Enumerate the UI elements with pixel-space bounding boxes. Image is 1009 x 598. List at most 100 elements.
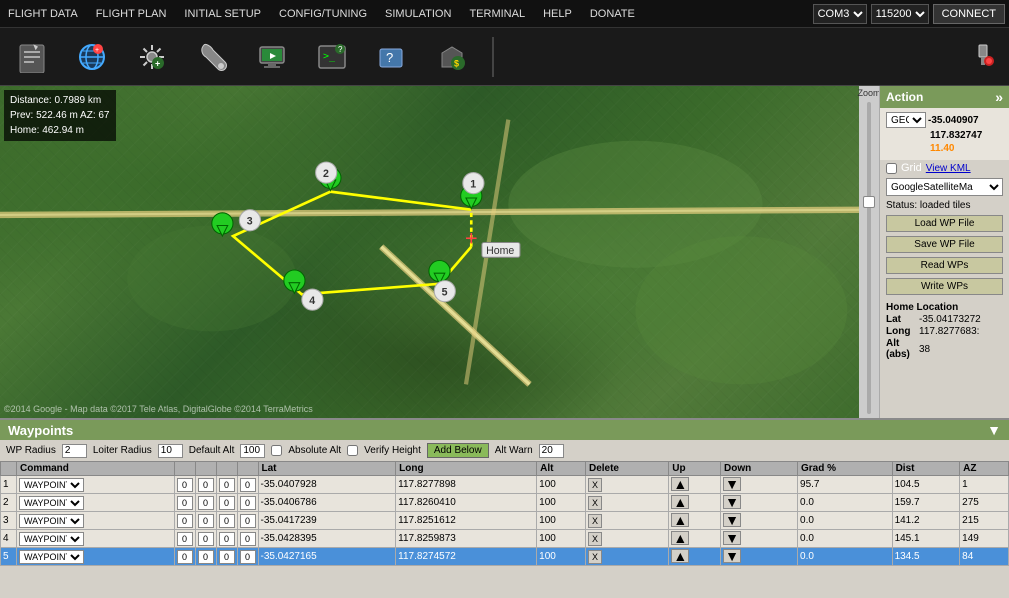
wp-p1-input[interactable] [177,550,193,564]
coord-type-select[interactable]: GEO [886,112,926,128]
wp-down-cell[interactable]: ▼ [721,512,798,530]
add-below-button[interactable]: Add Below [427,443,489,458]
wp-down-button[interactable]: ▼ [723,477,741,491]
zoom-thumb[interactable] [863,196,875,208]
menu-config-tuning[interactable]: CONFIG/TUNING [275,6,371,22]
wp-up-cell[interactable]: ▲ [669,548,721,566]
menu-flight-plan[interactable]: FLIGHT PLAN [92,6,171,22]
wp-p4[interactable] [237,512,258,530]
menu-initial-setup[interactable]: INITIAL SETUP [180,6,265,22]
wp-p2[interactable] [195,476,216,494]
wp-up-cell[interactable]: ▲ [669,494,721,512]
wp-command-select[interactable]: WAYPOINT [19,496,84,510]
wp-p1[interactable] [174,494,195,512]
wp-down-cell[interactable]: ▼ [721,530,798,548]
wp-up-button[interactable]: ▲ [671,531,689,545]
wp-p3-input[interactable] [219,514,235,528]
map-container[interactable]: Distance: 0.7989 km Prev: 522.46 m AZ: 6… [0,86,879,418]
wp-p2-input[interactable] [198,550,214,564]
default-alt-input[interactable] [240,444,265,458]
wp-delete-cell[interactable]: X [585,476,668,494]
wp-up-button[interactable]: ▲ [671,477,689,491]
wp-p1-input[interactable] [177,532,193,546]
wp-delete-button[interactable]: X [588,496,602,510]
wp-p3-input[interactable] [219,532,235,546]
wp-p4[interactable] [237,530,258,548]
wp-down-cell[interactable]: ▼ [721,476,798,494]
wp-p3-input[interactable] [219,550,235,564]
verify-height-checkbox[interactable] [347,445,358,456]
menu-donate[interactable]: DONATE [586,6,639,22]
wp-p3[interactable] [216,494,237,512]
wp-delete-cell[interactable]: X [585,548,668,566]
wp-command-select[interactable]: WAYPOINT [19,478,84,492]
wp-delete-cell[interactable]: X [585,530,668,548]
wp-p1[interactable] [174,530,195,548]
wp-command-cell[interactable]: WAYPOINT [17,494,175,512]
wp-p4-input[interactable] [240,532,256,546]
com-port-select[interactable]: COM3 [813,4,867,24]
wp-down-cell[interactable]: ▼ [721,494,798,512]
wp-p2-input[interactable] [198,478,214,492]
wp-down-button[interactable]: ▼ [723,531,741,545]
wp-p4-input[interactable] [240,514,256,528]
read-wps-button[interactable]: Read WPs [886,257,1003,274]
terminal-button[interactable]: >_ ? [308,37,356,77]
wp-delete-button[interactable]: X [588,532,602,546]
wp-delete-button[interactable]: X [588,478,602,492]
wp-p3[interactable] [216,476,237,494]
wp-p2-input[interactable] [198,532,214,546]
wp-down-cell[interactable]: ▼ [721,548,798,566]
wp-delete-button[interactable]: X [588,550,602,564]
loiter-radius-input[interactable] [158,444,183,458]
map-type-select[interactable]: GoogleSatelliteMa [886,178,1003,196]
wp-p4-input[interactable] [240,550,256,564]
wp-p1[interactable] [174,476,195,494]
wp-radius-input[interactable] [62,444,87,458]
connect-button[interactable]: CONNECT [933,4,1005,24]
wp-command-cell[interactable]: WAYPOINT [17,548,175,566]
wp-p4-input[interactable] [240,496,256,510]
wp-p2[interactable] [195,512,216,530]
wp-p3[interactable] [216,548,237,566]
wp-delete-cell[interactable]: X [585,494,668,512]
wp-delete-button[interactable]: X [588,514,602,528]
initial-setup-button[interactable]: + [128,37,176,77]
wp-p3-input[interactable] [219,496,235,510]
wp-p2[interactable] [195,494,216,512]
wp-p1-input[interactable] [177,496,193,510]
view-kml-link[interactable]: View KML [926,163,971,174]
alt-warn-input[interactable] [539,444,564,458]
wp-up-button[interactable]: ▲ [671,495,689,509]
help-button[interactable]: ? [368,37,416,77]
baud-rate-select[interactable]: 115200 [871,4,929,24]
config-tuning-button[interactable] [188,37,236,77]
wp-up-button[interactable]: ▲ [671,549,689,563]
wp-p1[interactable] [174,548,195,566]
wp-command-select[interactable]: WAYPOINT [19,514,84,528]
wp-command-cell[interactable]: WAYPOINT [17,530,175,548]
write-wps-button[interactable]: Write WPs [886,278,1003,295]
wp-p4[interactable] [237,494,258,512]
action-expand-button[interactable]: » [995,89,1003,105]
flight-data-button[interactable] [8,37,56,77]
zoom-track[interactable] [867,102,871,414]
wp-p3[interactable] [216,530,237,548]
wp-p3[interactable] [216,512,237,530]
wp-p2-input[interactable] [198,496,214,510]
wp-p1-input[interactable] [177,514,193,528]
absolute-alt-checkbox[interactable] [271,445,282,456]
wp-p4-input[interactable] [240,478,256,492]
wp-up-cell[interactable]: ▲ [669,476,721,494]
wp-command-select[interactable]: WAYPOINT [19,532,84,546]
wp-command-select[interactable]: WAYPOINT [19,550,84,564]
wp-up-cell[interactable]: ▲ [669,512,721,530]
zoom-slider[interactable] [867,98,871,418]
menu-terminal[interactable]: TERMINAL [465,6,529,22]
wp-up-cell[interactable]: ▲ [669,530,721,548]
wp-down-button[interactable]: ▼ [723,513,741,527]
wp-p2[interactable] [195,548,216,566]
grid-checkbox[interactable] [886,163,897,174]
wp-down-button[interactable]: ▼ [723,495,741,509]
menu-flight-data[interactable]: FLIGHT DATA [4,6,82,22]
